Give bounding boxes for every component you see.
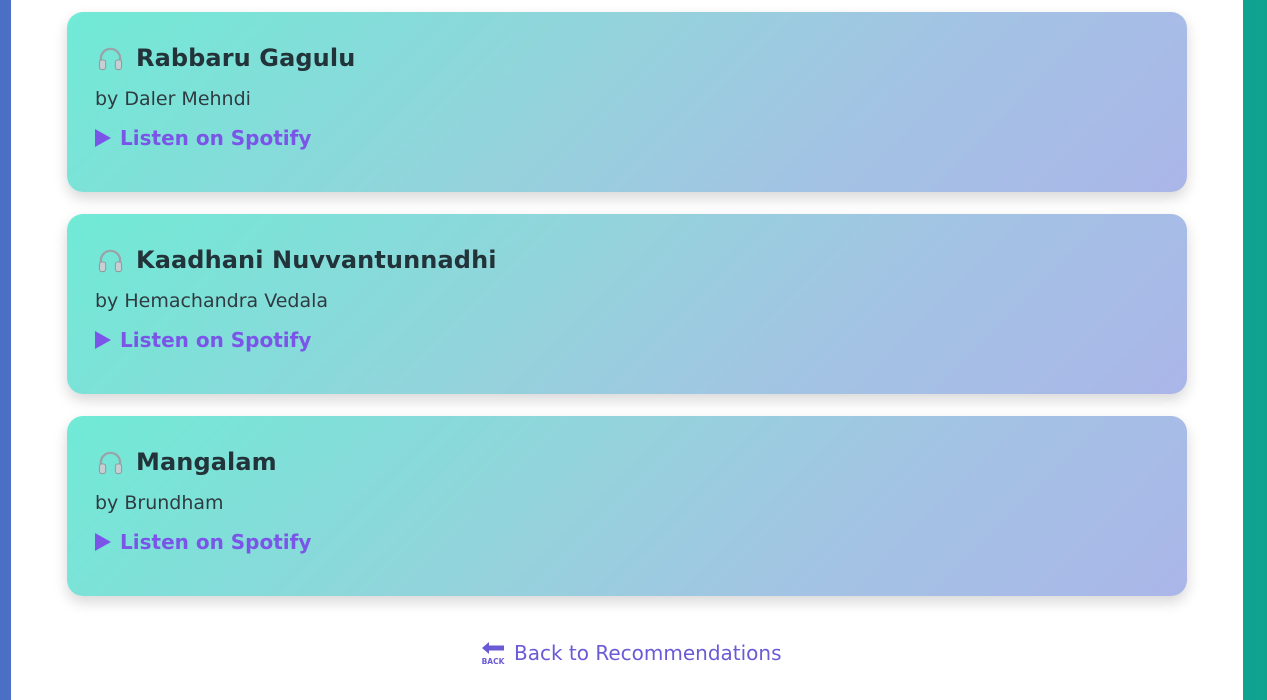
headphone-icon	[98, 451, 123, 474]
spotify-link-label: Listen on Spotify	[120, 328, 312, 352]
spotify-link-label: Listen on Spotify	[120, 530, 312, 554]
song-title: Mangalam	[136, 448, 277, 476]
song-card: Kaadhani Nuvvantunnadhi by Hemachandra V…	[67, 214, 1187, 394]
play-icon	[95, 331, 111, 349]
song-artist: by Daler Mehndi	[95, 88, 251, 110]
song-card: Rabbaru Gagulu by Daler Mehndi Listen on…	[67, 12, 1187, 192]
back-arrow-icon: BACK	[482, 642, 506, 666]
song-artist: by Brundham	[95, 492, 224, 514]
play-icon	[95, 129, 111, 147]
svg-text:BACK: BACK	[482, 657, 506, 666]
spotify-link-label: Listen on Spotify	[120, 126, 312, 150]
song-title-row: Rabbaru Gagulu	[97, 41, 355, 75]
back-to-recommendations-link[interactable]: BACK Back to Recommendations	[480, 640, 782, 666]
listen-on-spotify-link[interactable]: Listen on Spotify	[95, 126, 311, 150]
song-title: Rabbaru Gagulu	[136, 44, 356, 72]
headphone-icon	[98, 249, 123, 272]
listen-on-spotify-link[interactable]: Listen on Spotify	[95, 530, 311, 554]
song-title-row: Mangalam	[97, 445, 277, 479]
song-title-row: Kaadhani Nuvvantunnadhi	[97, 243, 497, 277]
back-link-label: Back to Recommendations	[514, 641, 782, 665]
listen-on-spotify-link[interactable]: Listen on Spotify	[95, 328, 311, 352]
headphone-icon	[98, 47, 123, 70]
song-card: Mangalam by Brundham Listen on Spotify	[67, 416, 1187, 596]
song-artist: by Hemachandra Vedala	[95, 290, 329, 312]
song-title: Kaadhani Nuvvantunnadhi	[136, 246, 497, 274]
content-panel: Rabbaru Gagulu by Daler Mehndi Listen on…	[11, 0, 1243, 700]
play-icon	[95, 533, 111, 551]
